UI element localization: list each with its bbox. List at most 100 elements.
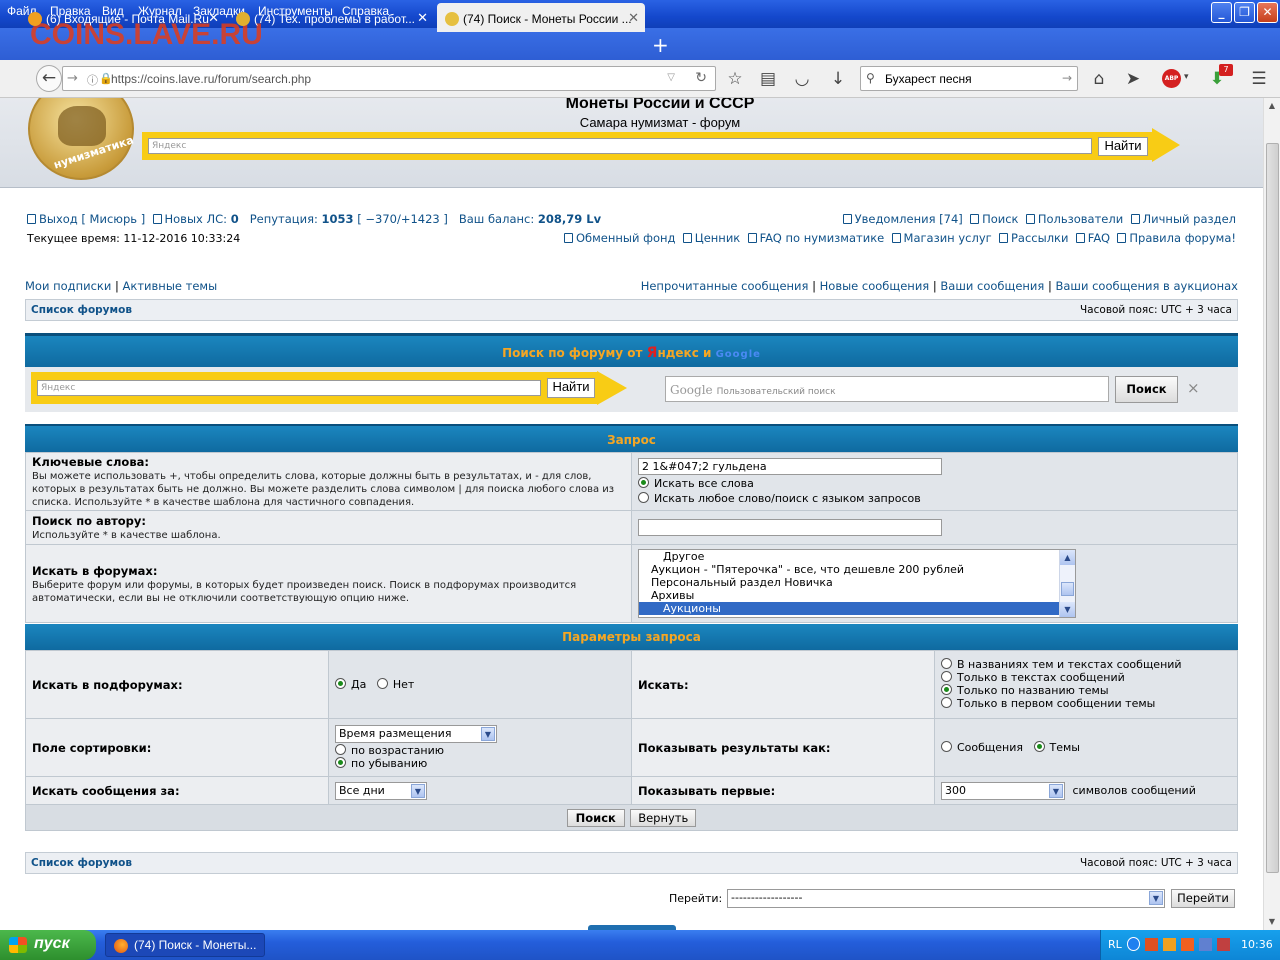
home-icon[interactable]: ⌂ bbox=[1088, 68, 1110, 90]
download-arrow-icon[interactable]: ↓ bbox=[827, 68, 849, 90]
subforums-yes-radio[interactable] bbox=[335, 678, 346, 689]
tab-search-active[interactable]: (74) Поиск - Монеты России ... ✕ bbox=[437, 3, 645, 32]
yandex-find-button[interactable]: Найти bbox=[1098, 137, 1148, 156]
clear-search-icon[interactable]: × bbox=[1187, 379, 1200, 397]
forums-listbox[interactable]: Другое Аукцион - "Пятерочка" - все, что … bbox=[638, 549, 1076, 618]
search-titles-only-radio[interactable] bbox=[941, 683, 952, 695]
yandex-forum-find-button[interactable]: Найти bbox=[547, 378, 595, 398]
logout-link[interactable]: Выход [ Мисюрь ] bbox=[39, 212, 145, 226]
tray-app-icon[interactable] bbox=[1181, 938, 1194, 951]
exchange-fund-link[interactable]: Обменный фонд bbox=[576, 231, 675, 245]
url-bar[interactable]: → ⓘ 🔒 https://coins.lave.ru/forum/search… bbox=[62, 66, 716, 91]
unread-posts-link[interactable]: Непрочитанные сообщения bbox=[641, 279, 809, 293]
author-input[interactable] bbox=[638, 519, 942, 536]
taskbar-window-firefox[interactable]: (74) Поиск - Монеты... bbox=[105, 933, 265, 957]
start-button[interactable]: пуск bbox=[0, 930, 96, 960]
chevron-down-icon[interactable]: ▼ bbox=[481, 727, 495, 741]
adblock-icon[interactable]: ABP bbox=[1162, 69, 1181, 88]
info-icon[interactable]: ⓘ bbox=[87, 72, 98, 88]
google-search-button[interactable]: Поиск bbox=[1115, 376, 1178, 403]
close-tab-icon[interactable]: ✕ bbox=[417, 10, 428, 26]
tab-tech-problems[interactable]: (74) Тех. проблемы в работ... ✕ bbox=[228, 3, 434, 32]
listbox-scroll-thumb[interactable] bbox=[1061, 582, 1074, 596]
search-titles-and-text-radio[interactable] bbox=[941, 657, 952, 669]
breadcrumb[interactable]: Список форумов bbox=[31, 304, 132, 316]
my-subscriptions-link[interactable]: Мои подписки bbox=[25, 279, 111, 293]
list-item[interactable]: Другое bbox=[639, 550, 1075, 563]
forward-arrow-icon[interactable]: → bbox=[67, 71, 78, 86]
scroll-up-icon[interactable]: ▲ bbox=[1264, 98, 1280, 114]
page-scrollbar[interactable]: ▲ ▼ bbox=[1263, 98, 1280, 930]
price-list-link[interactable]: Ценник bbox=[695, 231, 740, 245]
chevron-down-icon[interactable]: ▼ bbox=[1049, 783, 1063, 798]
browser-search-text[interactable]: Бухарест песня bbox=[885, 72, 972, 86]
yandex-forum-input[interactable]: Яндекс bbox=[37, 380, 541, 396]
search-first-post-radio[interactable] bbox=[941, 696, 952, 708]
first-chars-select[interactable]: 300 ▼ bbox=[941, 781, 1065, 800]
tray-app-icon[interactable] bbox=[1163, 938, 1176, 951]
scroll-down-icon[interactable]: ▼ bbox=[1264, 914, 1280, 930]
close-tab-icon[interactable]: ✕ bbox=[628, 10, 639, 26]
new-posts-link[interactable]: Новые сообщения bbox=[820, 279, 930, 293]
list-item[interactable]: Аукцион - "Пятерочка" - все, что дешевле… bbox=[639, 563, 1075, 576]
scroll-up-icon[interactable]: ▲ bbox=[1060, 550, 1075, 565]
sort-desc-radio[interactable] bbox=[335, 757, 346, 768]
browser-search-bar[interactable]: ⚲ Бухарест песня → bbox=[860, 66, 1078, 91]
keywords-input[interactable]: 2 1&#047;2 гульдена bbox=[638, 458, 942, 475]
footer-breadcrumb[interactable]: Список форумов bbox=[31, 857, 132, 869]
chevron-down-icon[interactable]: ▾ bbox=[1184, 72, 1189, 82]
page-scroll-thumb[interactable] bbox=[1266, 143, 1279, 873]
sort-asc-radio[interactable] bbox=[335, 744, 346, 755]
hamburger-menu-icon[interactable]: ☰ bbox=[1248, 68, 1270, 90]
services-shop-link[interactable]: Магазин услуг bbox=[904, 231, 992, 245]
reset-button[interactable]: Вернуть bbox=[630, 808, 697, 827]
search-submit-button[interactable]: Поиск bbox=[566, 808, 625, 827]
chevron-down-icon[interactable]: ▼ bbox=[1149, 891, 1163, 905]
network-icon[interactable] bbox=[1199, 938, 1212, 951]
period-select[interactable]: Все дни ▼ bbox=[335, 781, 427, 800]
minimize-button[interactable]: _ bbox=[1211, 2, 1232, 23]
show-posts-radio[interactable] bbox=[941, 741, 952, 752]
yandex-search-input[interactable]: Яндекс bbox=[148, 138, 1092, 154]
close-tab-icon[interactable]: ✕ bbox=[208, 10, 219, 26]
list-item[interactable]: Персональный раздел Новичка bbox=[639, 576, 1075, 589]
tray-app-icon[interactable] bbox=[1145, 938, 1158, 951]
newsletters-link[interactable]: Рассылки bbox=[1011, 231, 1068, 245]
go-arrow-icon[interactable]: → bbox=[1062, 71, 1072, 85]
search-link[interactable]: Поиск bbox=[982, 212, 1018, 226]
send-icon[interactable]: ➤ bbox=[1122, 68, 1144, 90]
google-search-input[interactable]: Google Пользовательский поиск bbox=[665, 376, 1109, 402]
list-item-selected[interactable]: Аукционы bbox=[639, 602, 1059, 615]
close-window-button[interactable]: ✕ bbox=[1257, 2, 1278, 23]
scroll-down-icon[interactable]: ▼ bbox=[1060, 602, 1075, 617]
search-all-words-radio[interactable] bbox=[638, 477, 649, 488]
faq-link[interactable]: FAQ bbox=[1088, 231, 1110, 245]
tray-expand-icon[interactable] bbox=[1127, 937, 1140, 951]
listbox-scrollbar[interactable]: ▲ ▼ bbox=[1059, 550, 1075, 617]
active-topics-link[interactable]: Активные темы bbox=[123, 279, 218, 293]
search-text-only-radio[interactable] bbox=[941, 670, 952, 682]
search-any-word-radio[interactable] bbox=[638, 492, 649, 503]
your-posts-link[interactable]: Ваши сообщения bbox=[940, 279, 1044, 293]
pocket-icon[interactable]: ◡ bbox=[791, 68, 813, 90]
list-item[interactable]: Архивы bbox=[639, 589, 1075, 602]
show-topics-radio[interactable] bbox=[1033, 741, 1045, 752]
faq-numismatics-link[interactable]: FAQ по нумизматике bbox=[760, 231, 885, 245]
reputation-range[interactable]: [ −370/+1423 ] bbox=[357, 212, 448, 226]
dropdown-arrow-icon[interactable]: ▽ bbox=[667, 72, 675, 83]
jump-select[interactable]: ------------------ ▼ bbox=[727, 889, 1165, 908]
sort-select[interactable]: Время размещения ▼ bbox=[335, 725, 497, 743]
new-pm-label[interactable]: Новых ЛС: bbox=[165, 212, 228, 226]
users-link[interactable]: Пользователи bbox=[1038, 212, 1123, 226]
maximize-button[interactable]: ❐ bbox=[1234, 2, 1255, 23]
bookmark-star-icon[interactable]: ☆ bbox=[724, 68, 746, 90]
chevron-down-icon[interactable]: ▼ bbox=[411, 783, 425, 798]
back-arrow-icon[interactable]: ← bbox=[36, 65, 62, 92]
personal-section-link[interactable]: Личный раздел bbox=[1143, 212, 1236, 226]
subforums-no-radio[interactable] bbox=[376, 678, 388, 689]
auction-posts-link[interactable]: Ваши сообщения в аукционах bbox=[1056, 279, 1239, 293]
language-indicator[interactable]: RL bbox=[1108, 938, 1122, 951]
new-tab-icon[interactable]: + bbox=[652, 33, 669, 57]
notifications-link[interactable]: Уведомления [74] bbox=[855, 212, 963, 226]
tab-mail[interactable]: (6) Входящие - Почта Mail.Ru ✕ bbox=[20, 3, 225, 32]
